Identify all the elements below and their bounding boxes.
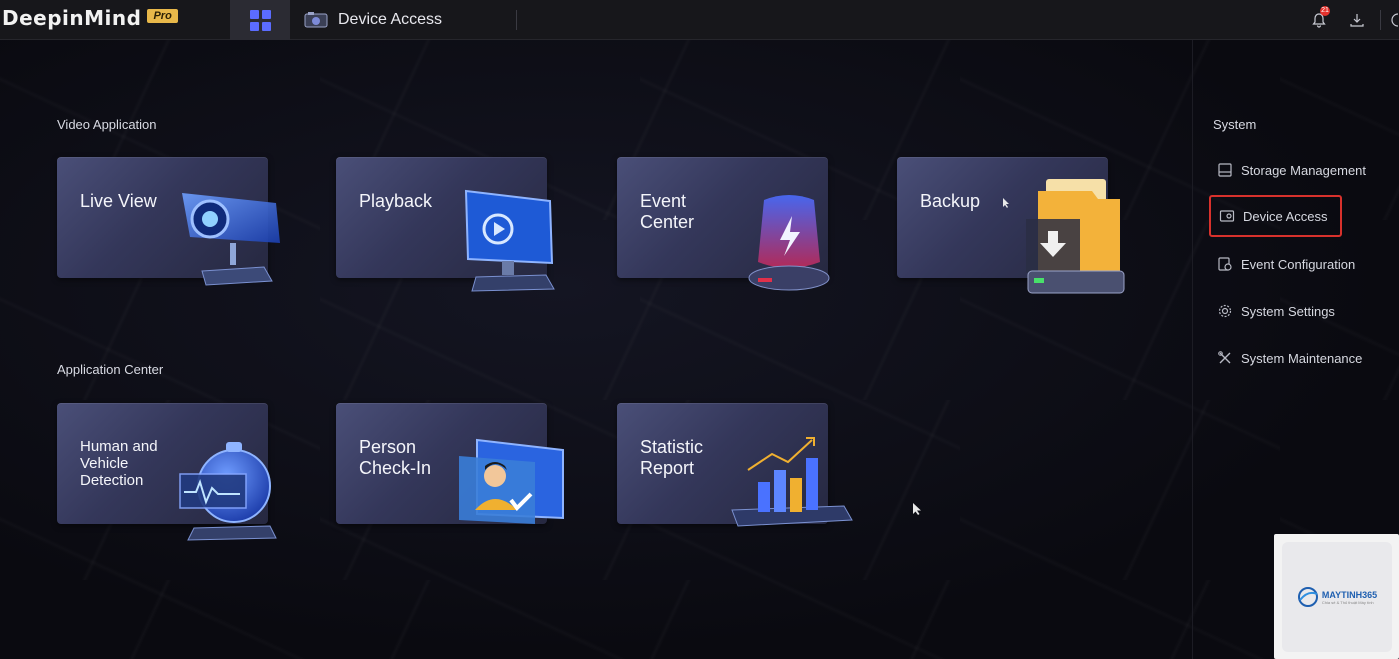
- card-label: Event Center: [640, 191, 695, 232]
- alarm-beacon-icon: [748, 195, 830, 291]
- event-config-icon: [1218, 257, 1232, 271]
- device-icon: [1219, 210, 1235, 222]
- system-item-label: System Maintenance: [1241, 350, 1363, 366]
- camera-icon: [182, 193, 280, 286]
- event-configuration-link[interactable]: Event Configuration: [1217, 251, 1355, 277]
- person-check-in-icon: [459, 438, 564, 524]
- globe-logo-icon: [1297, 587, 1318, 607]
- tab-device-access[interactable]: Device Access: [304, 0, 442, 40]
- watermark-brand: MAYTINH365: [1321, 589, 1378, 600]
- system-title: System: [1213, 117, 1257, 132]
- notification-button[interactable]: 21: [1300, 0, 1338, 40]
- card-label: Playback: [359, 191, 433, 211]
- storage-icon: [1218, 163, 1232, 177]
- system-item-label: System Settings: [1241, 303, 1335, 319]
- card-label: Human and Vehicle Detection: [80, 438, 158, 489]
- application-center-title: Application Center: [57, 362, 164, 377]
- mouse-cursor-icon: [913, 503, 921, 515]
- bar-report-icon: [731, 437, 853, 527]
- top-bar: DeepinMind Pro Device Access 21: [0, 0, 1399, 40]
- home-grid-icon: [249, 9, 271, 31]
- watermark-tagline: Chia sẻ & Thủ thuật Máy tính: [1321, 599, 1374, 605]
- app-logo: DeepinMind Pro: [2, 4, 178, 32]
- video-application-title: Video Application: [57, 117, 157, 132]
- backup-folder-icon: [1026, 179, 1125, 294]
- card-label: Person Check-In: [359, 437, 432, 478]
- account-button[interactable]: [1385, 0, 1399, 40]
- detection-robot-icon: [179, 442, 277, 541]
- watermark-logo: MAYTINH365 Chia sẻ & Thủ thuật Máy tính: [1282, 542, 1392, 652]
- storage-management-link[interactable]: Storage Management: [1217, 157, 1366, 183]
- system-settings-link[interactable]: System Settings: [1217, 298, 1335, 324]
- system-item-label: Event Configuration: [1241, 256, 1356, 272]
- download-icon: [1350, 14, 1364, 27]
- playback-monitor-icon: [464, 189, 555, 292]
- top-bar-actions: 21: [1300, 0, 1399, 40]
- download-button[interactable]: [1338, 0, 1376, 40]
- card-label: Live View: [80, 191, 157, 211]
- mouse-cursor-icon: [1003, 198, 1009, 208]
- background: [0, 40, 1399, 659]
- tab-label: Device Access: [338, 11, 443, 28]
- device-access-tab-icon: [304, 12, 328, 28]
- notification-badge: 21: [1320, 6, 1330, 16]
- user-icon: [1391, 13, 1398, 27]
- card-label: Backup: [920, 191, 981, 211]
- tab-divider: [516, 10, 517, 30]
- system-maintenance-link[interactable]: System Maintenance: [1217, 345, 1362, 371]
- gear-icon: [1218, 304, 1232, 318]
- device-access-link[interactable]: Device Access: [1209, 195, 1342, 237]
- system-item-label: Device Access: [1243, 208, 1328, 224]
- system-item-label: Storage Management: [1241, 162, 1367, 178]
- home-tab[interactable]: [230, 0, 290, 40]
- watermark: MAYTINH365 Chia sẻ & Thủ thuật Máy tính: [1274, 534, 1399, 659]
- top-bar-separator: [1380, 10, 1381, 30]
- tools-icon: [1218, 351, 1231, 364]
- logo-text: DeepinMind: [2, 6, 142, 30]
- logo-badge: Pro: [147, 9, 178, 23]
- card-label: Statistic Report: [640, 437, 704, 478]
